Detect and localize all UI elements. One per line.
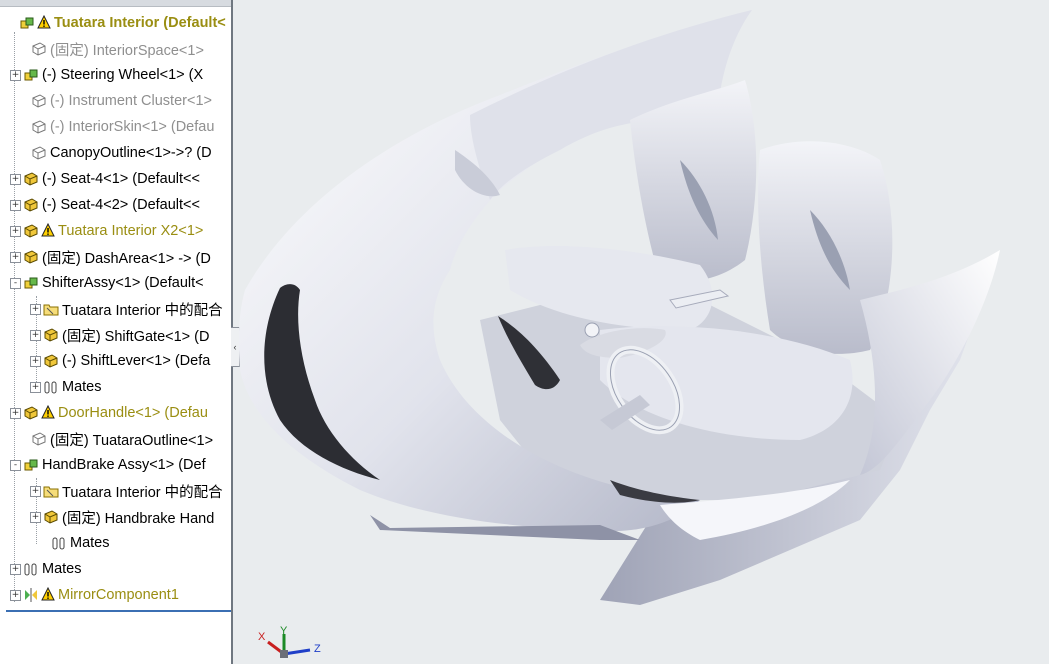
tree-item-label: (-) Seat-4<2> (Default<< (42, 197, 200, 213)
part-yellow-icon (23, 197, 39, 213)
feature-tree-panel[interactable]: Tuatara Interior (Default< (固定) InteriorS… (0, 0, 233, 664)
mates-folder-icon (43, 301, 59, 317)
part-yellow-icon (23, 405, 39, 421)
tree-item-label: Tuatara Interior X2<1> (58, 223, 204, 239)
part-yellow-icon (23, 249, 39, 265)
tree-toolbar (0, 0, 231, 7)
expand-icon[interactable]: + (10, 69, 21, 81)
part-yellow-icon (23, 223, 39, 239)
expand-icon[interactable]: + (10, 199, 21, 211)
mirror-icon (23, 587, 39, 603)
warning-icon (41, 405, 55, 421)
rollback-bar[interactable] (6, 610, 231, 612)
expand-icon[interactable]: + (30, 511, 41, 523)
tree-item[interactable]: Mates (0, 530, 231, 556)
tree-item-label: MirrorComponent1 (58, 587, 179, 603)
warning-icon (37, 15, 51, 31)
expand-icon[interactable]: + (10, 407, 21, 419)
part-gray-icon (31, 119, 47, 135)
tree-item-label: (-) Steering Wheel<1> (X (42, 67, 204, 83)
axis-label-z: Z (314, 643, 321, 655)
axis-triad: X Y Z (258, 625, 321, 658)
tree-item[interactable]: Tuatara Interior (Default< (0, 10, 231, 36)
tree-item[interactable]: CanopyOutline<1>->? (D (0, 140, 231, 166)
assembly-icon (19, 15, 35, 31)
axis-label-y: Y (280, 625, 288, 637)
graphics-viewport[interactable]: X Y Z (233, 0, 1049, 664)
collapse-icon[interactable]: - (10, 277, 21, 289)
expand-icon[interactable]: + (10, 589, 21, 601)
tree-item[interactable]: + (-) Steering Wheel<1> (X (0, 62, 231, 88)
tree-item[interactable]: + Tuatara Interior X2<1> (0, 218, 231, 244)
expand-icon[interactable]: + (10, 173, 21, 185)
tree-item-label: CanopyOutline<1>->? (D (50, 145, 212, 161)
tree-item[interactable]: (-) Instrument Cluster<1> (0, 88, 231, 114)
part-yellow-icon (43, 509, 59, 525)
mates-icon (51, 535, 67, 551)
shift-knob (584, 322, 600, 338)
tree-item[interactable]: + (固定) Handbrake Hand (0, 504, 231, 530)
tree-item[interactable]: (固定) TuataraOutline<1> (0, 426, 231, 452)
expand-icon[interactable]: + (30, 329, 41, 341)
tree-item[interactable]: - ShifterAssy<1> (Default< (0, 270, 231, 296)
part-gray-icon (31, 431, 47, 447)
tree-item-label: Tuatara Interior (Default< (54, 15, 226, 31)
tree-item-label: DoorHandle<1> (Defau (58, 405, 208, 421)
tree-item[interactable]: + Tuatara Interior 中的配合 (0, 478, 231, 504)
tree-item[interactable]: + Mates (0, 556, 231, 582)
tree-item-label: Mates (42, 561, 82, 577)
tree-item-label: Tuatara Interior 中的配合 (62, 302, 223, 319)
collapse-icon[interactable]: - (10, 459, 21, 471)
tree-item[interactable]: + (固定) DashArea<1> -> (D (0, 244, 231, 270)
tree-item-label: (-) Instrument Cluster<1> (50, 93, 212, 109)
tree-item-label: (固定) InteriorSpace<1> (50, 42, 204, 59)
tree-item[interactable]: + Tuatara Interior 中的配合 (0, 296, 231, 322)
tree-item-label: (-) Seat-4<1> (Default<< (42, 171, 200, 187)
mates-folder-icon (43, 483, 59, 499)
tree-item[interactable]: + DoorHandle<1> (Defau (0, 400, 231, 426)
tree-item-label: ShifterAssy<1> (Default< (42, 275, 204, 291)
tree-item[interactable]: + (-) Seat-4<2> (Default<< (0, 192, 231, 218)
expand-icon[interactable]: + (30, 381, 41, 393)
mates-icon (43, 379, 59, 395)
tree-item-label: (固定) ShiftGate<1> (D (62, 328, 210, 345)
expand-icon[interactable]: + (30, 303, 41, 315)
tree-item-label: (固定) Handbrake Hand (62, 510, 215, 527)
tree-item[interactable]: + MirrorComponent1 (0, 582, 231, 608)
part-yellow-icon (43, 353, 59, 369)
tree-item[interactable]: + (固定) ShiftGate<1> (D (0, 322, 231, 348)
tree-item-label: (-) InteriorSkin<1> (Defau (50, 119, 215, 135)
tree-item-label: Mates (70, 535, 110, 551)
tree-item[interactable]: - HandBrake Assy<1> (Def (0, 452, 231, 478)
warning-icon (41, 587, 55, 603)
part-gray-icon (31, 145, 47, 161)
tree-item-label: (固定) TuataraOutline<1> (50, 432, 214, 449)
subassembly-icon (23, 275, 39, 291)
tree-item-label: (固定) DashArea<1> -> (D (42, 250, 211, 267)
tree-item-label: Tuatara Interior 中的配合 (62, 484, 223, 501)
tree-item[interactable]: + (-) Seat-4<1> (Default<< (0, 166, 231, 192)
expand-icon[interactable]: + (10, 251, 21, 263)
mates-icon (23, 561, 39, 577)
expand-icon[interactable]: + (10, 563, 21, 575)
expand-icon[interactable]: + (30, 485, 41, 497)
tree-item[interactable]: + (-) ShiftLever<1> (Defa (0, 348, 231, 374)
subassembly-icon (23, 457, 39, 473)
tree-item-label: (-) ShiftLever<1> (Defa (62, 353, 211, 369)
part-gray-icon (31, 41, 47, 57)
warning-icon (41, 223, 55, 239)
part-yellow-icon (43, 327, 59, 343)
part-yellow-icon (23, 171, 39, 187)
tree-item[interactable]: + Mates (0, 374, 231, 400)
tree-item[interactable]: (-) InteriorSkin<1> (Defau (0, 114, 231, 140)
subassembly-icon (23, 67, 39, 83)
expand-icon[interactable]: + (30, 355, 41, 367)
tree-item-label: HandBrake Assy<1> (Def (42, 457, 206, 473)
part-gray-icon (31, 93, 47, 109)
tree-item-label: Mates (62, 379, 102, 395)
axis-label-x: X (258, 631, 266, 643)
tree-item[interactable]: (固定) InteriorSpace<1> (0, 36, 231, 62)
expand-icon[interactable]: + (10, 225, 21, 237)
